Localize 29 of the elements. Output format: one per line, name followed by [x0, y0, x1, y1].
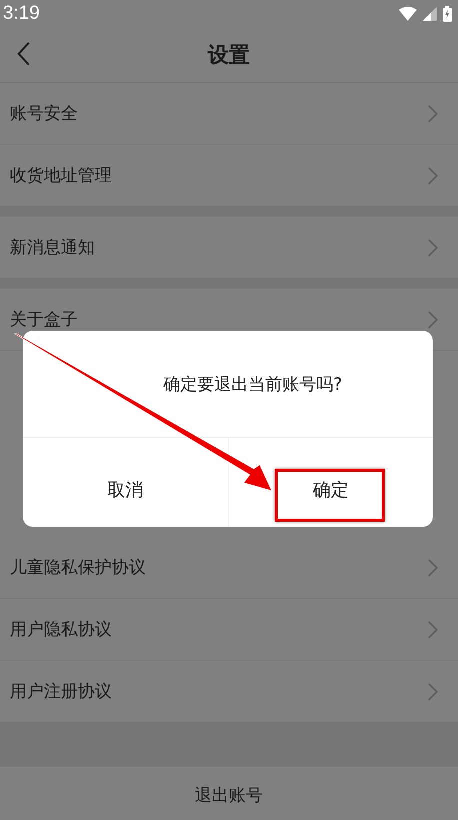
- chevron-icon: [428, 166, 438, 184]
- back-icon[interactable]: [17, 42, 31, 66]
- settings-row[interactable]: 儿童隐私保护协议: [0, 537, 458, 599]
- chevron-icon: [428, 620, 438, 638]
- chevron-icon: [428, 310, 438, 328]
- status-time: 3:19: [3, 3, 40, 25]
- page-title: 设置: [208, 42, 250, 69]
- row-label: 收货地址管理: [10, 165, 112, 187]
- signal-icon: [423, 7, 437, 21]
- chevron-icon: [428, 558, 438, 576]
- row-label: 新消息通知: [10, 237, 95, 259]
- settings-row[interactable]: 用户注册协议: [0, 661, 458, 723]
- settings-row[interactable]: 收货地址管理: [0, 145, 458, 207]
- wifi-icon: [399, 7, 417, 21]
- logout-button[interactable]: 退出账号: [0, 767, 458, 820]
- row-label: 儿童隐私保护协议: [10, 557, 146, 579]
- row-label: 关于盒子: [10, 309, 78, 331]
- row-label: 用户注册协议: [10, 681, 112, 703]
- chevron-icon: [428, 104, 438, 122]
- row-label: 账号安全: [10, 103, 78, 125]
- battery-icon: [443, 6, 452, 22]
- dialog-message: 确定要退出当前账号吗?: [163, 374, 343, 396]
- settings-row[interactable]: 账号安全: [0, 83, 458, 145]
- settings-row[interactable]: 用户隐私协议: [0, 599, 458, 661]
- dialog-button[interactable]: 取消: [23, 438, 228, 527]
- row-label: 用户隐私协议: [10, 619, 112, 641]
- settings-row[interactable]: 新消息通知: [0, 217, 458, 279]
- chevron-icon: [428, 682, 438, 700]
- chevron-icon: [428, 238, 438, 256]
